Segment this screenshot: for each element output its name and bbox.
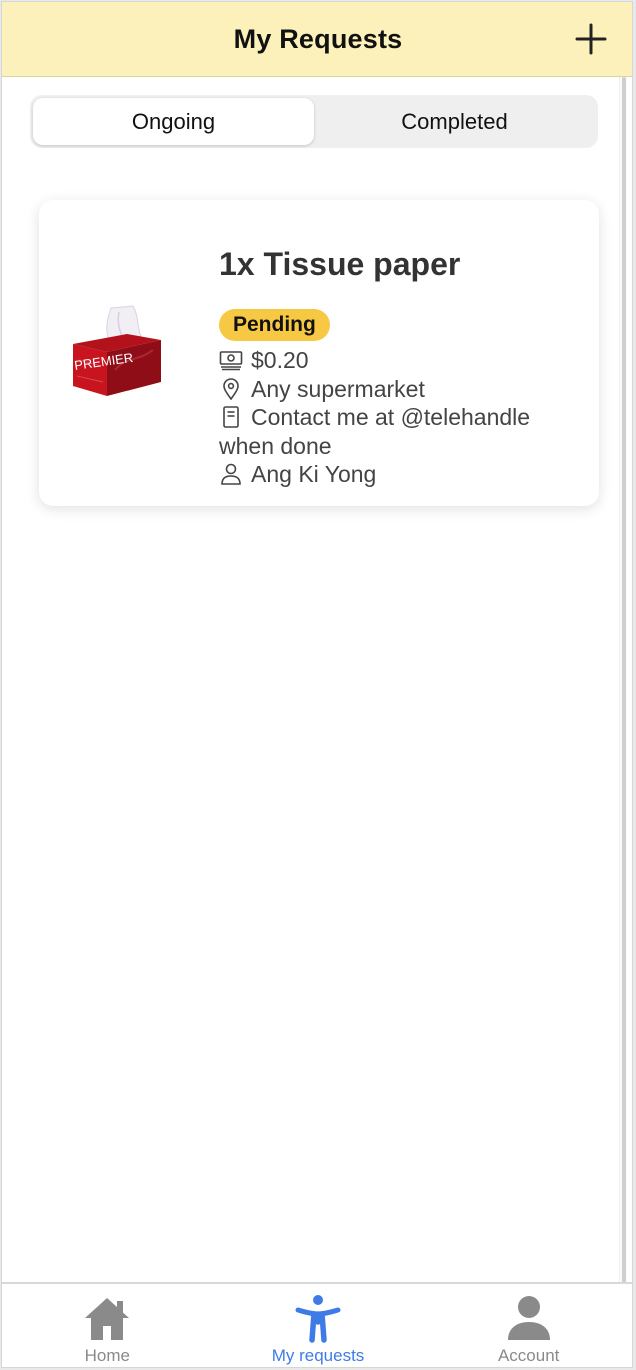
price-row: $0.20 <box>219 346 579 375</box>
request-title: 1x Tissue paper <box>219 246 461 282</box>
person-icon <box>221 463 241 485</box>
segmented-control: Ongoing Completed <box>30 95 598 148</box>
account-icon <box>507 1296 550 1340</box>
plus-icon[interactable] <box>572 20 610 58</box>
tab-account[interactable]: Account <box>423 1284 632 1367</box>
tab-home-label: Home <box>84 1346 131 1365</box>
tissue-box-image: PREMIER <box>73 305 161 396</box>
money-icon <box>219 351 243 371</box>
note-row: Contact me at @telehandle when done <box>219 403 579 460</box>
tab-ongoing[interactable]: Ongoing <box>33 98 314 145</box>
header: My Requests <box>2 2 632 77</box>
tab-my-requests[interactable]: My requests <box>213 1284 424 1367</box>
scrollbar[interactable] <box>619 77 627 1283</box>
app-frame: My Requests Ongoing Completed PREMIER 1x… <box>1 1 633 1368</box>
request-card[interactable]: PREMIER 1x Tissue paper Pending $0.20 An… <box>39 200 599 506</box>
location-text: Any supermarket <box>251 375 425 402</box>
page-title: My Requests <box>233 23 403 54</box>
requester-row: Ang Ki Yong <box>219 460 579 489</box>
location-pin-icon <box>223 377 239 400</box>
note-icon <box>223 406 239 428</box>
tab-account-label: Account <box>497 1346 560 1365</box>
accessibility-person-icon <box>295 1295 341 1343</box>
price-text: $0.20 <box>251 347 309 373</box>
status-badge: Pending <box>219 309 330 341</box>
request-details: $0.20 Any supermarket Contact me at @tel… <box>219 346 579 489</box>
scrollbar-thumb[interactable] <box>622 77 626 1283</box>
requester-text: Ang Ki Yong <box>251 461 377 487</box>
tab-home[interactable]: Home <box>2 1284 213 1367</box>
home-icon <box>85 1298 130 1340</box>
tab-my-requests-label: My requests <box>271 1346 365 1365</box>
location-row: Any supermarket <box>219 375 579 404</box>
tab-completed[interactable]: Completed <box>314 98 595 145</box>
bottom-tab-bar: Home My requests Account <box>2 1282 632 1367</box>
note-text: Contact me at @telehandle when done <box>219 404 531 459</box>
